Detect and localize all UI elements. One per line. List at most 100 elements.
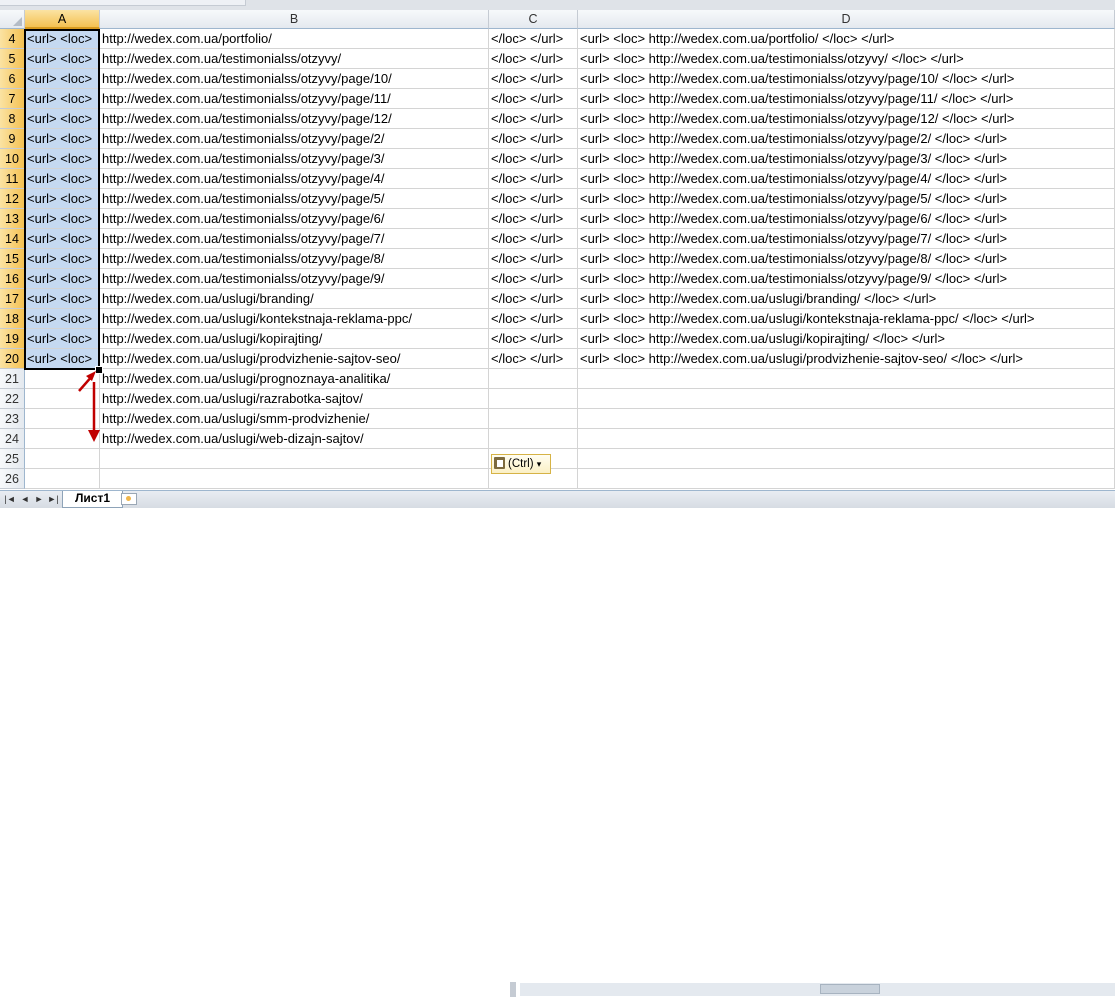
- row-header[interactable]: 14: [0, 229, 25, 249]
- row-header[interactable]: 19: [0, 329, 25, 349]
- row-header[interactable]: 25: [0, 449, 25, 469]
- cell-b[interactable]: [100, 469, 489, 489]
- cell-a[interactable]: <url> <loc>: [25, 289, 100, 309]
- cell-b[interactable]: [100, 449, 489, 469]
- row-header[interactable]: 9: [0, 129, 25, 149]
- row-header[interactable]: 8: [0, 109, 25, 129]
- cell-b[interactable]: http://wedex.com.ua/uslugi/kopirajting/: [100, 329, 489, 349]
- cell-d[interactable]: <url> <loc> http://wedex.com.ua/uslugi/p…: [578, 349, 1115, 369]
- cell-d[interactable]: <url> <loc> http://wedex.com.ua/testimon…: [578, 269, 1115, 289]
- cell-c[interactable]: </loc> </url>: [489, 329, 578, 349]
- row-header[interactable]: 7: [0, 89, 25, 109]
- cell-c[interactable]: [489, 409, 578, 429]
- horizontal-scrollbar[interactable]: [520, 983, 1115, 996]
- cell-a[interactable]: <url> <loc>: [25, 189, 100, 209]
- row-header[interactable]: 20: [0, 349, 25, 369]
- cell-d[interactable]: <url> <loc> http://wedex.com.ua/testimon…: [578, 169, 1115, 189]
- row-header[interactable]: 26: [0, 469, 25, 489]
- last-sheet-button[interactable]: ►|: [46, 493, 60, 505]
- cell-b[interactable]: http://wedex.com.ua/testimonialss/otzyvy…: [100, 69, 489, 89]
- cell-a[interactable]: [25, 469, 100, 489]
- cell-c[interactable]: </loc> </url>: [489, 169, 578, 189]
- cell-b[interactable]: http://wedex.com.ua/testimonialss/otzyvy…: [100, 49, 489, 69]
- column-header-b[interactable]: B: [100, 10, 489, 29]
- cell-a[interactable]: [25, 409, 100, 429]
- cell-c[interactable]: </loc> </url>: [489, 349, 578, 369]
- cell-b[interactable]: http://wedex.com.ua/testimonialss/otzyvy…: [100, 189, 489, 209]
- cell-a[interactable]: <url> <loc>: [25, 249, 100, 269]
- cell-d[interactable]: [578, 429, 1115, 449]
- first-sheet-button[interactable]: |◄: [3, 493, 17, 505]
- cell-d[interactable]: [578, 469, 1115, 489]
- cell-a[interactable]: <url> <loc>: [25, 89, 100, 109]
- select-all-corner[interactable]: [0, 10, 25, 29]
- cell-b[interactable]: http://wedex.com.ua/uslugi/razrabotka-sa…: [100, 389, 489, 409]
- tab-split-handle[interactable]: [510, 982, 516, 997]
- row-header[interactable]: 24: [0, 429, 25, 449]
- cell-a[interactable]: <url> <loc>: [25, 349, 100, 369]
- row-header[interactable]: 18: [0, 309, 25, 329]
- cell-a[interactable]: <url> <loc>: [25, 49, 100, 69]
- row-header[interactable]: 5: [0, 49, 25, 69]
- cell-b[interactable]: http://wedex.com.ua/uslugi/smm-prodvizhe…: [100, 409, 489, 429]
- row-header[interactable]: 4: [0, 29, 25, 49]
- cell-a[interactable]: <url> <loc>: [25, 109, 100, 129]
- cell-c[interactable]: </loc> </url>: [489, 129, 578, 149]
- cell-d[interactable]: [578, 449, 1115, 469]
- prev-sheet-button[interactable]: ◄: [18, 493, 32, 505]
- cell-a[interactable]: <url> <loc>: [25, 209, 100, 229]
- cell-c[interactable]: [489, 369, 578, 389]
- cell-c[interactable]: </loc> </url>: [489, 249, 578, 269]
- cell-a[interactable]: [25, 389, 100, 409]
- cell-d[interactable]: <url> <loc> http://wedex.com.ua/testimon…: [578, 129, 1115, 149]
- cell-a[interactable]: <url> <loc>: [25, 329, 100, 349]
- next-sheet-button[interactable]: ►: [32, 493, 46, 505]
- cell-a[interactable]: <url> <loc>: [25, 69, 100, 89]
- cell-c[interactable]: [489, 429, 578, 449]
- cell-b[interactable]: http://wedex.com.ua/testimonialss/otzyvy…: [100, 89, 489, 109]
- cell-d[interactable]: [578, 409, 1115, 429]
- cell-d[interactable]: <url> <loc> http://wedex.com.ua/testimon…: [578, 149, 1115, 169]
- column-header-d[interactable]: D: [578, 10, 1115, 29]
- cell-a[interactable]: <url> <loc>: [25, 129, 100, 149]
- cell-b[interactable]: http://wedex.com.ua/testimonialss/otzyvy…: [100, 149, 489, 169]
- cell-a[interactable]: <url> <loc>: [25, 169, 100, 189]
- cell-d[interactable]: [578, 389, 1115, 409]
- scrollbar-thumb[interactable]: [820, 984, 880, 994]
- cell-a[interactable]: [25, 369, 100, 389]
- cell-a[interactable]: <url> <loc>: [25, 229, 100, 249]
- row-header[interactable]: 12: [0, 189, 25, 209]
- cell-b[interactable]: http://wedex.com.ua/testimonialss/otzyvy…: [100, 169, 489, 189]
- cell-d[interactable]: <url> <loc> http://wedex.com.ua/testimon…: [578, 249, 1115, 269]
- row-header[interactable]: 10: [0, 149, 25, 169]
- cell-b[interactable]: http://wedex.com.ua/uslugi/branding/: [100, 289, 489, 309]
- row-header[interactable]: 13: [0, 209, 25, 229]
- cell-a[interactable]: <url> <loc>: [25, 269, 100, 289]
- cell-a[interactable]: <url> <loc>: [25, 29, 100, 49]
- cell-a[interactable]: [25, 449, 100, 469]
- cell-b[interactable]: http://wedex.com.ua/uslugi/web-dizajn-sa…: [100, 429, 489, 449]
- cell-c[interactable]: </loc> </url>: [489, 69, 578, 89]
- row-header[interactable]: 23: [0, 409, 25, 429]
- cell-a[interactable]: [25, 429, 100, 449]
- cell-d[interactable]: <url> <loc> http://wedex.com.ua/testimon…: [578, 209, 1115, 229]
- cell-b[interactable]: http://wedex.com.ua/uslugi/kontekstnaja-…: [100, 309, 489, 329]
- cell-c[interactable]: </loc> </url>: [489, 309, 578, 329]
- cell-b[interactable]: http://wedex.com.ua/testimonialss/otzyvy…: [100, 209, 489, 229]
- cell-c[interactable]: </loc> </url>: [489, 229, 578, 249]
- row-header[interactable]: 11: [0, 169, 25, 189]
- cell-d[interactable]: <url> <loc> http://wedex.com.ua/uslugi/b…: [578, 289, 1115, 309]
- cell-c[interactable]: </loc> </url>: [489, 109, 578, 129]
- paste-options-button[interactable]: (Ctrl) ▾: [491, 454, 551, 474]
- cell-d[interactable]: <url> <loc> http://wedex.com.ua/testimon…: [578, 109, 1115, 129]
- cell-d[interactable]: <url> <loc> http://wedex.com.ua/testimon…: [578, 69, 1115, 89]
- row-header[interactable]: 21: [0, 369, 25, 389]
- sheet-tab-active[interactable]: Лист1: [62, 491, 124, 508]
- cell-c[interactable]: </loc> </url>: [489, 269, 578, 289]
- cell-b[interactable]: http://wedex.com.ua/testimonialss/otzyvy…: [100, 109, 489, 129]
- cell-d[interactable]: [578, 369, 1115, 389]
- row-header[interactable]: 6: [0, 69, 25, 89]
- cell-c[interactable]: </loc> </url>: [489, 209, 578, 229]
- cell-a[interactable]: <url> <loc>: [25, 149, 100, 169]
- cell-c[interactable]: </loc> </url>: [489, 49, 578, 69]
